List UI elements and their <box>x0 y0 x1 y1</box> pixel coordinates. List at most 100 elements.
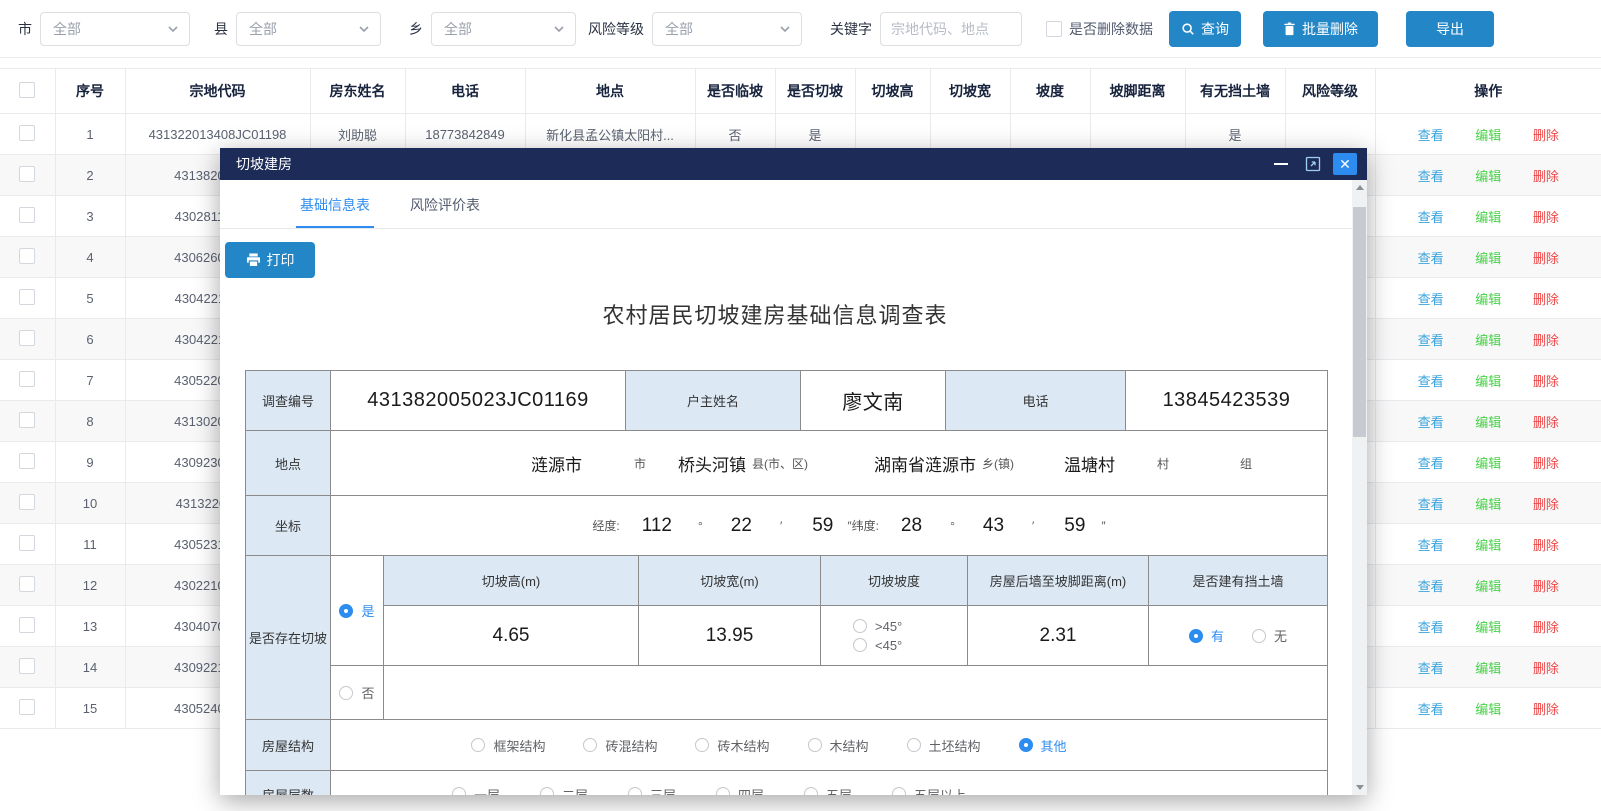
risk-select[interactable]: 全部 <box>652 12 802 46</box>
edit-link[interactable]: 编辑 <box>1475 702 1501 717</box>
edit-link[interactable]: 编辑 <box>1475 333 1501 348</box>
floors-5plus-radio[interactable]: 五层以上 <box>892 785 966 796</box>
row-checkbox[interactable] <box>19 576 35 592</box>
delete-link[interactable]: 删除 <box>1533 579 1559 594</box>
structure-frame-radio[interactable]: 框架结构 <box>471 736 545 755</box>
close-icon[interactable]: ✕ <box>1333 153 1357 175</box>
edit-link[interactable]: 编辑 <box>1475 251 1501 266</box>
view-link[interactable]: 查看 <box>1418 374 1444 389</box>
county-select[interactable]: 全部 <box>236 12 381 46</box>
grade-lt45-radio[interactable]: <45° <box>853 638 902 653</box>
slope-yes-radio[interactable]: 是 <box>339 601 374 620</box>
delete-link[interactable]: 删除 <box>1533 661 1559 676</box>
structure-brick-concrete-radio[interactable]: 砖混结构 <box>583 736 657 755</box>
view-link[interactable]: 查看 <box>1418 333 1444 348</box>
edit-link[interactable]: 编辑 <box>1475 579 1501 594</box>
floors-3-radio[interactable]: 三层 <box>628 785 676 796</box>
edit-link[interactable]: 编辑 <box>1475 128 1501 143</box>
row-checkbox[interactable] <box>19 494 35 510</box>
slope-no-radio[interactable]: 否 <box>339 683 374 702</box>
floors-4-radio[interactable]: 四层 <box>716 785 764 796</box>
row-checkbox[interactable] <box>19 412 35 428</box>
tab-basic-info[interactable]: 基础信息表 <box>296 195 374 228</box>
view-link[interactable]: 查看 <box>1418 579 1444 594</box>
view-link[interactable]: 查看 <box>1418 415 1444 430</box>
delete-link[interactable]: 删除 <box>1533 210 1559 225</box>
edit-link[interactable]: 编辑 <box>1475 661 1501 676</box>
delete-link[interactable]: 删除 <box>1533 292 1559 307</box>
scroll-down-icon[interactable] <box>1352 780 1367 795</box>
edit-link[interactable]: 编辑 <box>1475 169 1501 184</box>
delete-link[interactable]: 删除 <box>1533 497 1559 512</box>
delete-link[interactable]: 删除 <box>1533 251 1559 266</box>
view-link[interactable]: 查看 <box>1418 538 1444 553</box>
row-checkbox[interactable] <box>19 166 35 182</box>
delete-link[interactable]: 删除 <box>1533 128 1559 143</box>
row-checkbox[interactable] <box>19 453 35 469</box>
edit-link[interactable]: 编辑 <box>1475 456 1501 471</box>
structure-adobe-radio[interactable]: 土坯结构 <box>907 736 981 755</box>
view-link[interactable]: 查看 <box>1418 661 1444 676</box>
delete-link[interactable]: 删除 <box>1533 415 1559 430</box>
edit-link[interactable]: 编辑 <box>1475 210 1501 225</box>
view-link[interactable]: 查看 <box>1418 251 1444 266</box>
edit-link[interactable]: 编辑 <box>1475 620 1501 635</box>
view-link[interactable]: 查看 <box>1418 456 1444 471</box>
edit-link[interactable]: 编辑 <box>1475 292 1501 307</box>
row-checkbox[interactable] <box>19 125 35 141</box>
edit-link[interactable]: 编辑 <box>1475 538 1501 553</box>
delete-link[interactable]: 删除 <box>1533 702 1559 717</box>
township-select[interactable]: 全部 <box>431 12 576 46</box>
view-link[interactable]: 查看 <box>1418 128 1444 143</box>
view-link[interactable]: 查看 <box>1418 292 1444 307</box>
maximize-icon[interactable] <box>1301 153 1325 175</box>
structure-brick-wood-radio[interactable]: 砖木结构 <box>695 736 769 755</box>
query-button[interactable]: 查询 <box>1169 11 1241 47</box>
row-checkbox[interactable] <box>19 248 35 264</box>
city-select[interactable]: 全部 <box>40 12 190 46</box>
scrollbar-thumb[interactable] <box>1353 207 1366 437</box>
export-button[interactable]: 导出 <box>1406 11 1494 47</box>
show-deleted-checkbox[interactable] <box>1046 21 1062 37</box>
view-link[interactable]: 查看 <box>1418 210 1444 225</box>
wall-yes-radio[interactable]: 有 <box>1189 626 1224 645</box>
view-link[interactable]: 查看 <box>1418 169 1444 184</box>
delete-link[interactable]: 删除 <box>1533 374 1559 389</box>
row-checkbox[interactable] <box>19 330 35 346</box>
row-checkbox[interactable] <box>19 658 35 674</box>
scroll-up-icon[interactable] <box>1352 180 1367 195</box>
modal-scrollbar[interactable] <box>1352 180 1367 795</box>
row-checkbox[interactable] <box>19 289 35 305</box>
location-county-suffix: 县(市、区) <box>752 455 808 472</box>
view-link[interactable]: 查看 <box>1418 497 1444 512</box>
delete-link[interactable]: 删除 <box>1533 169 1559 184</box>
minimize-icon[interactable] <box>1269 153 1293 175</box>
row-checkbox[interactable] <box>19 207 35 223</box>
grade-gt45-radio[interactable]: >45° <box>853 619 902 634</box>
structure-wood-radio[interactable]: 木结构 <box>808 736 869 755</box>
delete-link[interactable]: 删除 <box>1533 456 1559 471</box>
row-checkbox[interactable] <box>19 617 35 633</box>
row-checkbox[interactable] <box>19 371 35 387</box>
delete-link[interactable]: 删除 <box>1533 620 1559 635</box>
print-button[interactable]: 打印 <box>225 242 315 278</box>
edit-link[interactable]: 编辑 <box>1475 497 1501 512</box>
view-link[interactable]: 查看 <box>1418 702 1444 717</box>
edit-link[interactable]: 编辑 <box>1475 374 1501 389</box>
row-checkbox[interactable] <box>19 535 35 551</box>
wall-no-radio[interactable]: 无 <box>1252 626 1287 645</box>
structure-label: 房屋结构 <box>246 720 331 771</box>
floors-2-radio[interactable]: 二层 <box>540 785 588 796</box>
batch-delete-button[interactable]: 批量删除 <box>1263 11 1378 47</box>
edit-link[interactable]: 编辑 <box>1475 415 1501 430</box>
view-link[interactable]: 查看 <box>1418 620 1444 635</box>
row-checkbox[interactable] <box>19 699 35 715</box>
tab-risk-eval[interactable]: 风险评价表 <box>406 195 484 228</box>
floors-1-radio[interactable]: 一层 <box>452 785 500 796</box>
delete-link[interactable]: 删除 <box>1533 333 1559 348</box>
select-all-checkbox[interactable] <box>19 82 35 98</box>
delete-link[interactable]: 删除 <box>1533 538 1559 553</box>
structure-other-radio[interactable]: 其他 <box>1019 736 1067 755</box>
keyword-input[interactable] <box>880 12 1022 46</box>
floors-5-radio[interactable]: 五层 <box>804 785 852 796</box>
